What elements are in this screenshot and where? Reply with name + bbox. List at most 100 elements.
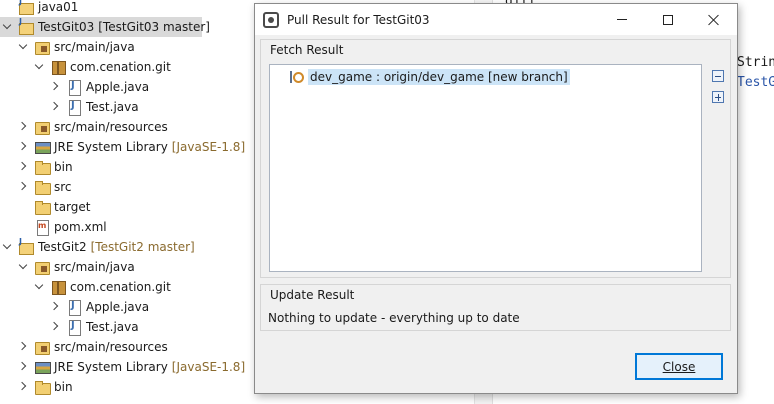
- chevron-right-icon[interactable]: [18, 382, 28, 392]
- chevron-right-icon[interactable]: [18, 362, 28, 372]
- maximize-button[interactable]: [645, 4, 691, 35]
- expand-all-icon[interactable]: [712, 91, 724, 103]
- folder-icon: [34, 159, 51, 175]
- chevron-right-icon[interactable]: [18, 122, 28, 132]
- tree-item-label: src/main/java: [54, 260, 135, 274]
- collapse-all-icon[interactable]: [712, 70, 724, 82]
- tree-item-label: Test.java: [86, 320, 139, 334]
- fetch-result-group: Fetch Result dev_game : origin/dev_game …: [260, 39, 731, 278]
- folder-icon: [34, 379, 51, 395]
- tree-item-label: TestGit2: [38, 240, 87, 254]
- tree-item[interactable]: src/main/resources: [0, 117, 254, 137]
- tree-item-label: Apple.java: [86, 300, 150, 314]
- tree-item-label: JRE System Library: [54, 360, 168, 374]
- tree-item[interactable]: java01: [0, 0, 254, 17]
- tree-item[interactable]: src/main/resources: [0, 337, 254, 357]
- tree-item[interactable]: pom.xml: [0, 217, 254, 237]
- library-icon: [34, 359, 51, 375]
- tree-item-label: com.cenation.git: [70, 280, 171, 294]
- package-icon: [50, 59, 66, 75]
- folder-icon: [34, 179, 51, 195]
- java-project-icon: [18, 17, 34, 35]
- chevron-right-icon[interactable]: [18, 342, 28, 352]
- editor-line-2: Strin: [737, 55, 774, 70]
- java-project-icon: [18, 237, 34, 255]
- chevron-right-icon[interactable]: [18, 182, 28, 192]
- chevron-right-icon[interactable]: [50, 82, 60, 92]
- chevron-down-icon[interactable]: [18, 262, 28, 272]
- chevron-down-icon[interactable]: [2, 242, 12, 252]
- new-branch-icon: [287, 69, 304, 85]
- fetch-result-tree[interactable]: dev_game : origin/dev_game [new branch]: [269, 64, 702, 272]
- tree-item[interactable]: TestGit03[TestGit03 master]: [0, 17, 210, 37]
- chevron-right-icon[interactable]: [18, 162, 28, 172]
- update-result-group: Update Result Nothing to update - everyt…: [260, 284, 731, 331]
- fetch-result-item[interactable]: dev_game : origin/dev_game [new branch]: [287, 68, 570, 86]
- tree-item[interactable]: target: [0, 197, 254, 217]
- tree-item[interactable]: Apple.java: [0, 297, 254, 317]
- tree-item-decoration: [JavaSE-1.8]: [171, 140, 246, 154]
- editor-line-3: TestG: [737, 75, 774, 90]
- close-button-label: Close: [662, 359, 696, 374]
- fetch-result-label: Fetch Result: [270, 43, 344, 57]
- tree-item[interactable]: src: [0, 177, 254, 197]
- tree-item-label: pom.xml: [54, 220, 107, 234]
- tree-item-label: src/main/java: [54, 40, 135, 54]
- chevron-right-icon[interactable]: [18, 142, 28, 152]
- source-folder-icon: [34, 119, 50, 135]
- tree-item-label: src/main/resources: [54, 340, 168, 354]
- tree-item-decoration: [TestGit2 master]: [90, 240, 195, 254]
- folder-icon: [34, 199, 51, 215]
- chevron-right-icon[interactable]: [50, 302, 60, 312]
- update-result-text: Nothing to update - everything up to dat…: [268, 311, 520, 325]
- tree-item[interactable]: TestGit2[TestGit2 master]: [0, 237, 254, 257]
- tree-item-label: com.cenation.git: [70, 60, 171, 74]
- dialog-titlebar[interactable]: Pull Result for TestGit03: [255, 4, 737, 35]
- tree-item-label: TestGit03: [38, 20, 95, 34]
- tree-item-decoration: [JavaSE-1.8]: [171, 360, 246, 374]
- tree-item[interactable]: Test.java: [0, 317, 254, 337]
- fetch-result-text: dev_game : origin/dev_game [new branch]: [308, 69, 570, 85]
- chevron-right-icon[interactable]: [50, 322, 60, 332]
- source-folder-icon: [34, 339, 50, 355]
- library-icon: [34, 139, 51, 155]
- tree-item-label: bin: [54, 160, 73, 174]
- tree-item-label: java01: [38, 0, 79, 14]
- maximize-icon: [663, 14, 673, 25]
- java-file-icon: [66, 319, 82, 336]
- xml-file-icon: [34, 219, 50, 236]
- tree-item-label: target: [54, 200, 91, 214]
- tree-item-label: bin: [54, 380, 73, 394]
- source-folder-icon: [34, 39, 50, 55]
- tree-item[interactable]: bin: [0, 157, 254, 177]
- tree-item-decoration: [TestGit03 master]: [98, 20, 210, 34]
- tree-item[interactable]: JRE System Library [JavaSE-1.8]: [0, 357, 254, 377]
- tree-item[interactable]: bin: [0, 377, 254, 397]
- chevron-down-icon[interactable]: [2, 22, 12, 32]
- java-file-icon: [66, 79, 82, 96]
- project-explorer: java01 TestGit03[TestGit03 master] src/mai…: [0, 0, 254, 404]
- java-file-icon: [66, 99, 82, 116]
- dialog-title: Pull Result for TestGit03: [287, 12, 430, 27]
- close-icon: [708, 14, 720, 26]
- window-close-button[interactable]: [691, 4, 737, 35]
- package-icon: [50, 279, 66, 295]
- chevron-right-icon[interactable]: [50, 102, 60, 112]
- tree-item[interactable]: com.cenation.git: [0, 277, 254, 297]
- close-button[interactable]: Close: [635, 353, 723, 380]
- minimize-button[interactable]: [599, 4, 645, 35]
- minimize-icon: [617, 19, 627, 20]
- tree-item[interactable]: com.cenation.git: [0, 57, 254, 77]
- update-result-label: Update Result: [270, 288, 355, 302]
- tree-item[interactable]: src/main/java: [0, 37, 254, 57]
- tree-item[interactable]: JRE System Library [JavaSE-1.8]: [0, 137, 254, 157]
- tree-item-label: src/main/resources: [54, 120, 168, 134]
- chevron-down-icon[interactable]: [34, 282, 44, 292]
- chevron-down-icon[interactable]: [34, 62, 44, 72]
- chevron-down-icon[interactable]: [18, 42, 28, 52]
- tree-item[interactable]: Test.java: [0, 97, 254, 117]
- tree-item[interactable]: src/main/java: [0, 257, 254, 277]
- source-folder-icon: [34, 259, 50, 275]
- pull-result-dialog: Pull Result for TestGit03 Fetch Result d…: [254, 3, 738, 394]
- tree-item[interactable]: Apple.java: [0, 77, 254, 97]
